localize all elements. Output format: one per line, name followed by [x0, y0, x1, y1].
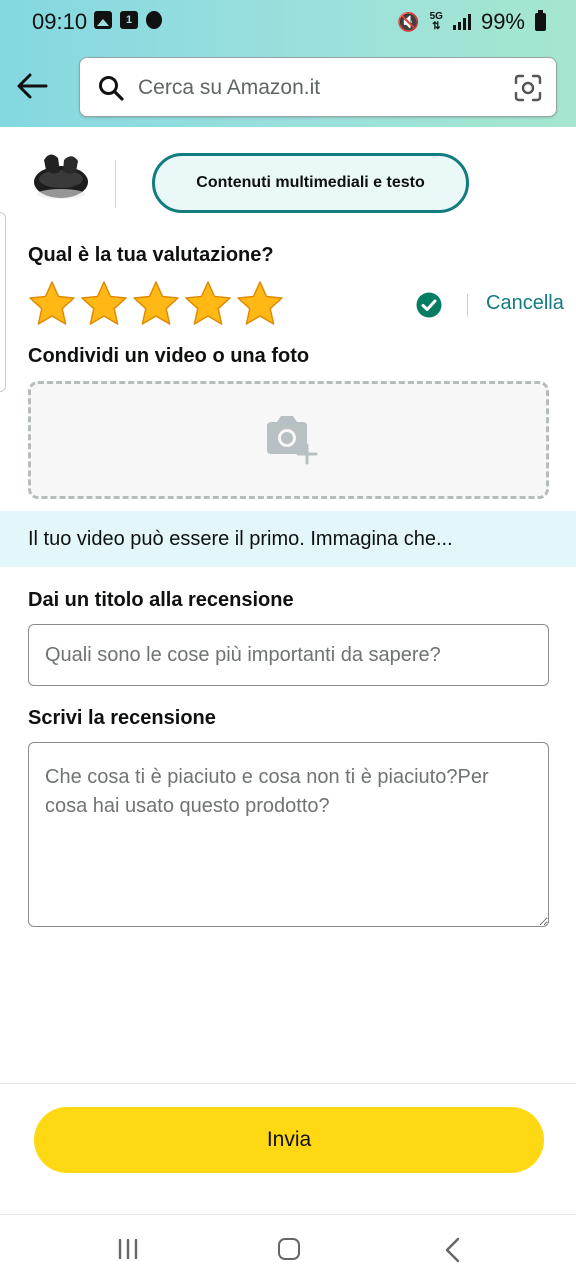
back-arrow-icon[interactable]: [14, 70, 50, 102]
media-upload-area[interactable]: [28, 381, 549, 499]
calendar-notification-icon: 1: [120, 11, 138, 29]
video-info-banner[interactable]: Il tuo video può essere il primo. Immagi…: [0, 511, 576, 567]
footer-divider: [0, 1083, 576, 1084]
rating-divider: [467, 294, 468, 316]
tab-media-and-text-label: Contenuti multimediali e testo: [196, 174, 425, 191]
mute-icon: 🔇: [397, 11, 420, 32]
star-icon-3[interactable]: [132, 280, 180, 328]
review-title-label: Dai un titolo alla recensione: [28, 589, 294, 611]
nav-back-icon[interactable]: [443, 1237, 463, 1263]
system-navigation-bar: [0, 1214, 576, 1281]
status-notification-icons: 1: [94, 11, 162, 29]
home-icon[interactable]: [278, 1238, 300, 1260]
tab-media-and-text[interactable]: Contenuti multimediali e testo: [152, 153, 469, 213]
app-notification-icon: [146, 11, 162, 29]
media-section-title: Condividi un video o una foto: [28, 345, 310, 367]
check-circle-icon: [416, 292, 442, 318]
star-icon-5[interactable]: [236, 280, 284, 328]
recent-apps-icon[interactable]: [117, 1239, 139, 1259]
camera-lens-icon[interactable]: [514, 74, 542, 102]
battery-icon: [535, 10, 546, 31]
signal-icon: [452, 14, 471, 30]
search-input[interactable]: [136, 70, 500, 106]
star-icon-4[interactable]: [184, 280, 232, 328]
side-drawer-handle[interactable]: [0, 212, 6, 392]
status-time: 09:10: [32, 9, 88, 34]
star-rating[interactable]: [28, 280, 284, 328]
header-divider: [115, 160, 116, 208]
clear-rating-link[interactable]: Cancella: [486, 292, 564, 315]
search-bar[interactable]: [79, 57, 557, 117]
submit-button[interactable]: Invia: [34, 1107, 544, 1173]
search-icon: [99, 76, 124, 101]
review-body-textarea[interactable]: [28, 742, 549, 927]
star-icon-1[interactable]: [28, 280, 76, 328]
status-system-icons: 🔇 5G ⇅ 99%: [397, 9, 546, 35]
rating-question: Qual è la tua valutazione?: [28, 244, 274, 266]
network-type: 5G ⇅: [429, 11, 443, 32]
battery-percent: 99%: [480, 9, 525, 34]
status-bar: 09:10 1 🔇 5G ⇅ 99%: [0, 0, 576, 42]
product-thumbnail: [34, 154, 88, 199]
camera-add-icon: [267, 416, 318, 465]
review-title-input[interactable]: [28, 624, 549, 686]
review-body-label: Scrivi la recensione: [28, 707, 216, 729]
top-app-bar: 09:10 1 🔇 5G ⇅ 99%: [0, 0, 576, 127]
gallery-notification-icon: [94, 11, 112, 29]
video-info-text: Il tuo video può essere il primo. Immagi…: [28, 528, 453, 550]
star-icon-2[interactable]: [80, 280, 128, 328]
